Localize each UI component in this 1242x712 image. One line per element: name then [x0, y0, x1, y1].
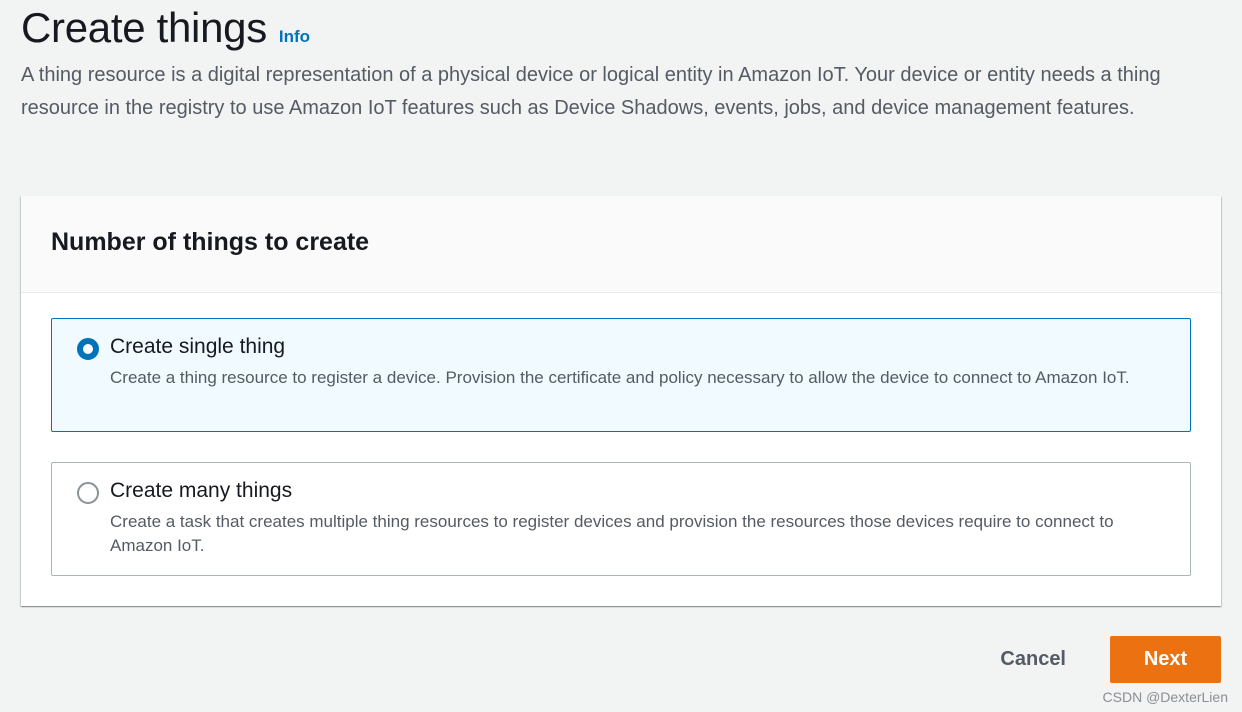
next-button[interactable]: Next — [1110, 636, 1221, 683]
page-description: A thing resource is a digital representa… — [21, 64, 1161, 119]
option-label-many-things: Create many things — [110, 479, 293, 502]
radio-single-thing[interactable] — [77, 338, 99, 360]
option-tile-many-things[interactable]: Create many things Create a task that cr… — [51, 462, 1191, 576]
page-header: Create things Info A thing resource is a… — [21, 0, 1221, 125]
option-label-single-thing: Create single thing — [110, 335, 286, 358]
radio-many-things[interactable] — [77, 482, 99, 504]
container-title: Number of things to create — [51, 228, 370, 256]
number-of-things-container: Number of things to create Create single… — [21, 196, 1221, 606]
title-row: Create things Info — [21, 0, 1221, 54]
info-link[interactable]: Info — [279, 27, 310, 47]
watermark: CSDN @DexterLien — [1102, 689, 1228, 705]
page-title: Create things — [21, 4, 267, 51]
cancel-button[interactable]: Cancel — [980, 636, 1086, 683]
option-tile-single-thing[interactable]: Create single thing Create a thing resou… — [51, 318, 1191, 432]
option-description-many-things: Create a task that creates multiple thin… — [110, 512, 1114, 555]
container-header: Number of things to create — [21, 196, 1221, 293]
option-description-single-thing: Create a thing resource to register a de… — [110, 368, 1130, 387]
form-actions: Cancel Next — [980, 636, 1221, 683]
